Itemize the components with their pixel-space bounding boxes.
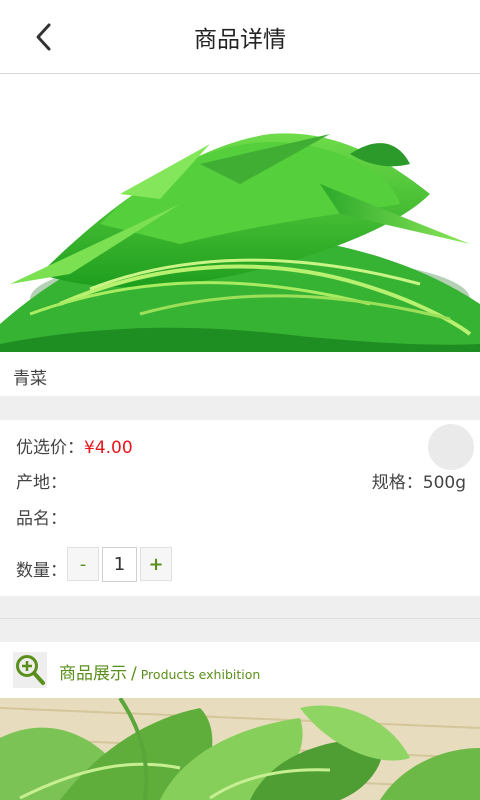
page-title: 商品详情 — [194, 27, 286, 53]
exhibition-image — [0, 698, 480, 800]
section-separator — [0, 396, 480, 420]
product-image — [0, 74, 480, 352]
quantity-input[interactable]: 1 — [102, 547, 137, 582]
floating-button[interactable] — [428, 424, 474, 470]
spec-label: 规格：500g — [371, 473, 466, 493]
price-value: ¥4.00 — [84, 438, 133, 458]
quantity-label: 数量： — [16, 561, 67, 581]
price-row: 优选价：¥4.00 — [16, 433, 133, 458]
product-name: 青菜 — [13, 369, 47, 389]
product-title-label: 品名： — [16, 509, 67, 529]
origin-label: 产地： — [16, 473, 67, 493]
exhibition-title-row: 商品展示 / Products exhibition — [59, 659, 260, 684]
quantity-plus-button[interactable]: + — [140, 547, 172, 581]
section-separator — [0, 596, 480, 642]
price-label: 优选价： — [16, 438, 84, 458]
exhibition-subtitle: Products exhibition — [140, 667, 261, 682]
app-header: 商品详情 — [0, 0, 480, 74]
title-divider: / — [131, 664, 137, 684]
divider — [0, 618, 480, 619]
quantity-minus-button[interactable]: - — [67, 547, 99, 581]
exhibition-title: 商品展示 — [59, 664, 127, 684]
zoom-in-icon — [13, 652, 47, 688]
